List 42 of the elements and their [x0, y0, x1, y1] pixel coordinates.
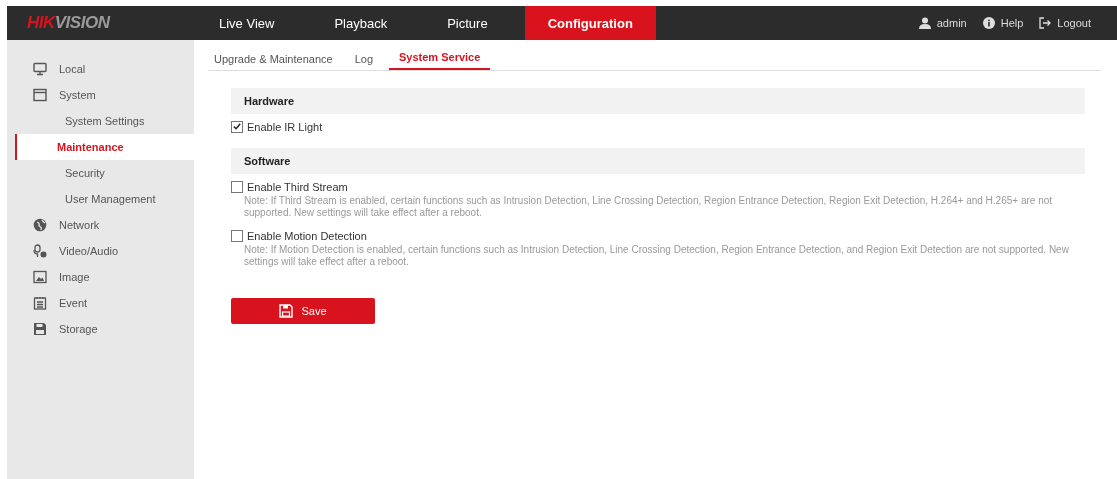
checkbox[interactable] — [231, 229, 243, 242]
help-link[interactable]: Help — [982, 17, 1024, 29]
section-header: Hardware — [231, 88, 1085, 114]
image-icon — [33, 270, 47, 284]
sidebar-subitem[interactable]: Maintenance — [15, 134, 194, 160]
sidebar-item[interactable]: Storage — [7, 316, 194, 342]
sidebar-item[interactable]: Network — [7, 212, 194, 238]
checkbox-label: Enable IR Light — [247, 120, 323, 133]
logout-link[interactable]: Logout — [1039, 17, 1091, 29]
sidebar-item[interactable]: System — [7, 82, 194, 108]
section-header: Software — [231, 148, 1085, 174]
note-text: Note: If Third Stream is enabled, certain functions such as Intrusion Detection, Line Crossing Detection, Region Entrance Detection, Region Exit Detection, H.264+ and H.265+ are not supported. New settings will take effect after a reboot. — [243, 195, 1054, 219]
sidebar-subitem[interactable]: Security — [15, 160, 194, 186]
checkbox-label: Enable Motion Detection — [247, 229, 367, 242]
monitor-icon — [33, 62, 47, 76]
window-icon — [33, 88, 47, 102]
tab[interactable]: Upgrade & Maintenance — [208, 48, 341, 70]
globe-icon — [33, 218, 47, 232]
user-icon — [918, 17, 931, 29]
tab[interactable]: System Service — [389, 48, 491, 70]
nav-tab[interactable]: Playback — [311, 6, 411, 40]
user-link[interactable]: admin — [918, 17, 967, 29]
sidebar-subitem[interactable]: System Settings — [15, 108, 194, 134]
sidebar-item[interactable]: Event — [7, 290, 194, 316]
sidebar-item[interactable]: Local — [7, 56, 194, 82]
checkbox[interactable] — [231, 120, 243, 133]
logout-icon — [1039, 17, 1052, 29]
tab[interactable]: Log — [348, 48, 381, 70]
microphone-icon — [33, 244, 47, 258]
nav-tab[interactable]: Picture — [424, 6, 511, 40]
logo: HIKVISION — [26, 13, 112, 33]
sidebar-subitem[interactable]: User Management — [15, 186, 194, 212]
checkbox-label: Enable Third Stream — [247, 180, 348, 193]
info-icon — [982, 17, 995, 29]
save-button[interactable]: Save — [231, 298, 375, 324]
sidebar-item[interactable]: Video/Audio — [7, 238, 194, 264]
nav-tab[interactable]: Live View — [196, 6, 298, 40]
list-icon — [33, 296, 47, 310]
nav-tab[interactable]: Configuration — [524, 6, 656, 40]
sidebar-item[interactable]: Image — [7, 264, 194, 290]
checkbox[interactable] — [231, 180, 243, 193]
note-text: Note: If Motion Detection is enabled, certain functions such as Intrusion Detection, Line Crossing Detection, Region Entrance Detection, and Region Exit Detection are not supported. New settings will take effect after a reboot. — [243, 244, 1070, 268]
